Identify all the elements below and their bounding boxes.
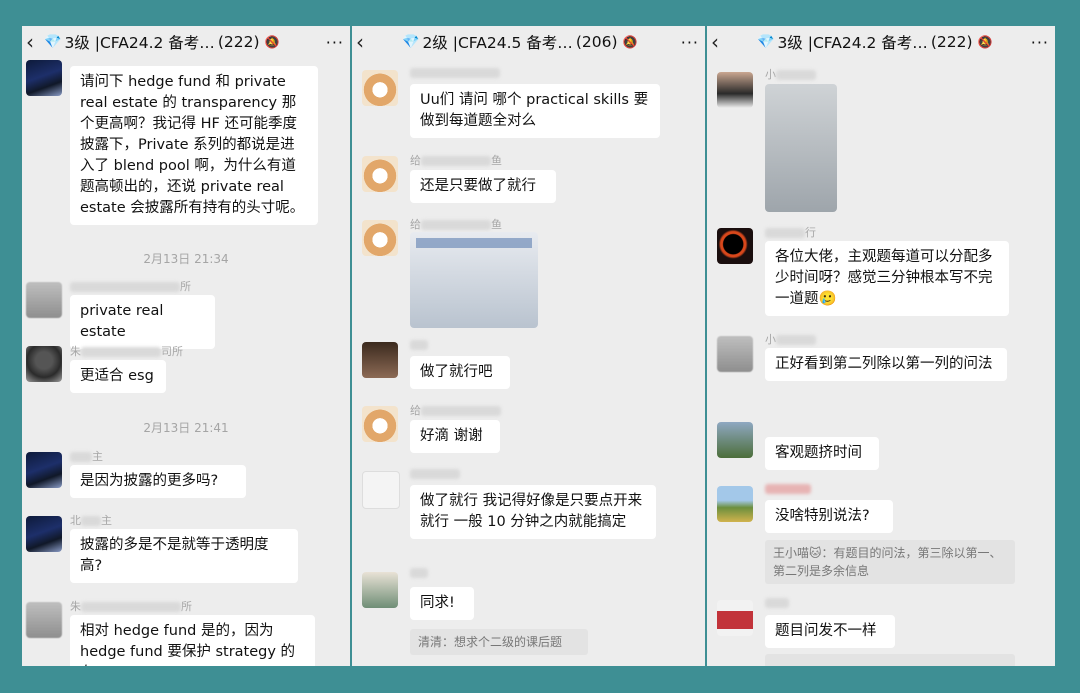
sender-name [410, 566, 428, 579]
chat-title[interactable]: 💎 3级 |CFA24.2 备考… (222) 🔕 [729, 31, 1023, 53]
message-bubble[interactable]: 题目问发不一样 [765, 615, 895, 648]
message-bubble[interactable]: 做了就行 我记得好像是只要点开来就行 一般 10 分钟之内就能搞定 [410, 485, 656, 539]
avatar[interactable] [362, 70, 398, 106]
avatar[interactable] [362, 572, 398, 608]
timestamp: 2月13日 21:41 [143, 421, 229, 435]
chat-header: ‹ 💎 3级 |CFA24.2 备考… (222) 🔕 ··· [707, 26, 1055, 58]
avatar[interactable] [362, 156, 398, 192]
avatar[interactable] [26, 346, 62, 382]
chat-header: ‹ 💎 3级 |CFA24.2 备考… (222) 🔕 ··· [22, 26, 350, 58]
sender-name: 北主 [70, 514, 112, 527]
member-count: (222) [217, 33, 260, 51]
message-bubble[interactable]: 没啥特别说法? [765, 500, 893, 533]
avatar[interactable] [362, 220, 398, 256]
message-bubble[interactable]: 各位大佬，主观题每道可以分配多少时间呀？感觉三分钟根本写不完一道题🥲 [765, 241, 1009, 316]
image-attachment[interactable] [765, 84, 837, 212]
message-bubble[interactable]: 是因为披露的更多吗? [70, 465, 246, 498]
avatar[interactable] [717, 72, 753, 108]
chat-title[interactable]: 💎 2级 |CFA24.5 备考… (206) 🔕 [374, 31, 673, 53]
image-attachment[interactable] [410, 232, 538, 328]
group-name: 2级 |CFA24.5 备考… [422, 34, 573, 52]
message-bubble[interactable]: 正好看到第二列除以第一列的问法 [765, 348, 1007, 381]
sender-name: 给鱼 [410, 154, 502, 167]
chat-panel-2: ‹ 💎 2级 |CFA24.5 备考… (206) 🔕 ··· Uu们 请问 哪… [352, 26, 705, 666]
sender-name [410, 467, 460, 480]
avatar[interactable] [717, 600, 753, 636]
back-icon[interactable]: ‹ [26, 30, 44, 54]
avatar[interactable] [717, 486, 753, 522]
chat-panel-3: ‹ 💎 3级 |CFA24.2 备考… (222) 🔕 ··· 小 行 各位大佬… [707, 26, 1055, 666]
more-icon[interactable]: ··· [673, 33, 699, 52]
message-bubble[interactable]: 请问下 hedge fund 和 private real estate 的 t… [70, 66, 318, 225]
timestamp: 2月13日 21:34 [143, 252, 229, 266]
quoted-message[interactable]: 王小喵🐱：有题目的问法，第三除以第一、第二列是多余信息 [765, 540, 1015, 584]
message-bubble[interactable]: 相对 hedge fund 是的，因为 hedge fund 要保护 strat… [70, 615, 315, 666]
message-bubble[interactable]: 客观题挤时间 [765, 437, 879, 470]
message-bubble[interactable]: 更适合 esg [70, 360, 166, 393]
message-bubble[interactable]: 还是只要做了就行 [410, 170, 556, 203]
sender-name: 所 [70, 278, 191, 294]
sender-name [410, 66, 500, 79]
avatar[interactable] [362, 471, 400, 509]
diamond-icon: 💎 [757, 34, 775, 50]
mute-icon: 🔕 [977, 35, 993, 49]
avatar[interactable] [26, 60, 62, 96]
more-icon[interactable]: ··· [318, 33, 344, 52]
diamond-icon: 💎 [402, 34, 420, 50]
avatar[interactable] [717, 228, 753, 264]
member-count: (222) [930, 33, 973, 51]
sender-name [410, 338, 428, 351]
sender-name: 给鱼 [410, 218, 502, 231]
message-bubble[interactable]: Uu们 请问 哪个 practical skills 要做到每道题全对么 [410, 84, 660, 138]
group-name: 3级 |CFA24.2 备考… [777, 34, 928, 52]
group-name: 3级 |CFA24.2 备考… [64, 34, 215, 52]
sender-name: 小 [765, 331, 816, 347]
diamond-icon: 💎 [44, 34, 62, 50]
more-icon[interactable]: ··· [1023, 33, 1049, 52]
message-bubble[interactable]: 好滴 谢谢 [410, 420, 500, 453]
chat-title[interactable]: 💎 3级 |CFA24.2 备考… (222) 🔕 [44, 31, 318, 53]
sender-name [765, 596, 789, 609]
sender-name: 小 [765, 66, 816, 82]
back-icon[interactable]: ‹ [711, 30, 729, 54]
chat-header: ‹ 💎 2级 |CFA24.5 备考… (206) 🔕 ··· [352, 26, 705, 58]
avatar[interactable] [26, 602, 62, 638]
message-bubble[interactable]: private real estate [70, 295, 215, 349]
avatar[interactable] [362, 406, 398, 442]
avatar[interactable] [362, 342, 398, 378]
sender-name: 给 [410, 402, 501, 418]
message-bubble[interactable]: 披露的多是不是就等于透明度高? [70, 529, 298, 583]
avatar[interactable] [26, 282, 62, 318]
sender-name: 行 [765, 224, 816, 240]
avatar[interactable] [26, 516, 62, 552]
avatar[interactable] [717, 422, 753, 458]
message-bubble[interactable]: 同求! [410, 587, 474, 620]
sender-name: 朱司所 [70, 345, 183, 358]
chat-panel-1: ‹ 💎 3级 |CFA24.2 备考… (222) 🔕 ··· 请问下 hedg… [22, 26, 350, 666]
message-bubble[interactable]: 做了就行吧 [410, 356, 510, 389]
member-count: (206) [575, 33, 618, 51]
sender-name: 主 [70, 448, 103, 464]
mute-icon: 🔕 [622, 35, 638, 49]
quoted-message-cutoff[interactable] [765, 654, 1015, 666]
sender-name [765, 482, 811, 495]
quoted-message[interactable]: 清清：想求个二级的课后题 [410, 629, 588, 655]
back-icon[interactable]: ‹ [356, 30, 374, 54]
avatar[interactable] [26, 452, 62, 488]
avatar[interactable] [717, 336, 753, 372]
mute-icon: 🔕 [264, 35, 280, 49]
sender-name: 朱所 [70, 600, 192, 613]
